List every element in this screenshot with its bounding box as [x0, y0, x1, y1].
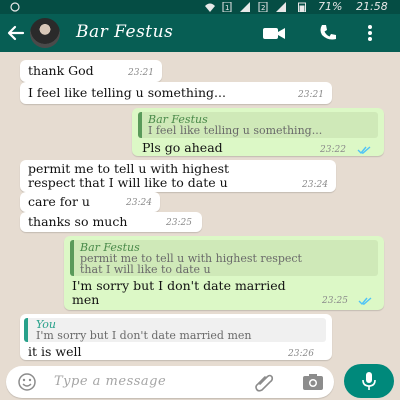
message-text: thanks so much [28, 214, 128, 229]
message-text: care for u [28, 194, 90, 209]
message-time: 23:21 [128, 68, 154, 78]
message-incoming[interactable]: I feel like telling u something... 23:21 [20, 82, 332, 104]
chat-header: Bar Festus [0, 14, 400, 52]
quote-text-line: that I will like to date u [80, 263, 211, 276]
battery-icon [298, 2, 306, 12]
message-incoming[interactable]: thanks so much 23:25 [20, 212, 202, 232]
message-text: it is well [28, 344, 82, 359]
status-bar: 1 2 71% 21:58 [0, 0, 400, 14]
message-text: Pls go ahead [142, 140, 223, 155]
message-input[interactable]: Type a message [54, 374, 166, 389]
signal-icon [240, 2, 250, 12]
contact-name[interactable]: Bar Festus [76, 22, 173, 42]
message-time: 23:25 [322, 296, 348, 306]
quote-text: I'm sorry but I don't date married men [36, 329, 252, 342]
more-options-icon[interactable] [364, 23, 376, 43]
whatsapp-notification-icon [10, 2, 20, 12]
message-time: 23:22 [320, 145, 346, 155]
message-time: 23:21 [298, 90, 324, 100]
double-check-icon [358, 297, 372, 306]
quoted-message[interactable]: Bar Festus I feel like telling u somethi… [138, 112, 378, 138]
message-composer[interactable]: Type a message [6, 366, 334, 398]
svg-text:1: 1 [225, 4, 229, 12]
message-time: 23:24 [126, 198, 152, 208]
message-text-line: respect that I will like to date u [28, 175, 228, 190]
message-outgoing[interactable]: Bar Festus permit me to tell u with high… [64, 236, 384, 310]
back-arrow-icon[interactable] [6, 23, 26, 43]
message-outgoing[interactable]: Bar Festus I feel like telling u somethi… [132, 108, 384, 156]
signal-2-icon [276, 2, 286, 12]
message-text-line: men [72, 292, 100, 307]
double-check-icon [357, 146, 371, 155]
message-time: 23:24 [302, 180, 328, 190]
message-text: I feel like telling u something... [28, 85, 226, 100]
quote-text: I feel like telling u something... [148, 124, 323, 137]
sim-icon: 1 [222, 2, 232, 12]
message-text-line: I'm sorry but I don't date married [72, 278, 286, 293]
message-incoming[interactable]: permit me to tell u with highest respect… [20, 160, 336, 192]
avatar[interactable] [30, 18, 60, 48]
message-time: 23:25 [166, 218, 192, 228]
message-list[interactable]: thank God 23:21 I feel like telling u so… [0, 52, 400, 362]
battery-percent: 71% [318, 0, 343, 13]
svg-text:2: 2 [261, 4, 265, 12]
mic-icon [362, 372, 376, 390]
message-incoming[interactable]: thank God 23:21 [20, 60, 162, 82]
quoted-message[interactable]: You I'm sorry but I don't date married m… [24, 318, 326, 342]
message-incoming[interactable]: care for u 23:24 [20, 192, 160, 212]
status-time: 21:58 [356, 0, 388, 13]
phone-icon[interactable] [318, 23, 338, 43]
wifi-icon [205, 3, 215, 12]
emoji-icon[interactable] [18, 373, 36, 391]
voice-record-button[interactable] [344, 364, 394, 398]
attach-icon[interactable] [254, 372, 274, 392]
sim-2-icon: 2 [258, 2, 268, 12]
message-text-line: permit me to tell u with highest [28, 161, 230, 176]
message-time: 23:26 [288, 349, 314, 359]
message-incoming[interactable]: You I'm sorry but I don't date married m… [20, 314, 332, 360]
video-call-icon[interactable] [262, 23, 286, 43]
message-text: thank God [28, 63, 94, 78]
quoted-message[interactable]: Bar Festus permit me to tell u with high… [70, 240, 378, 276]
camera-icon[interactable] [302, 373, 324, 391]
